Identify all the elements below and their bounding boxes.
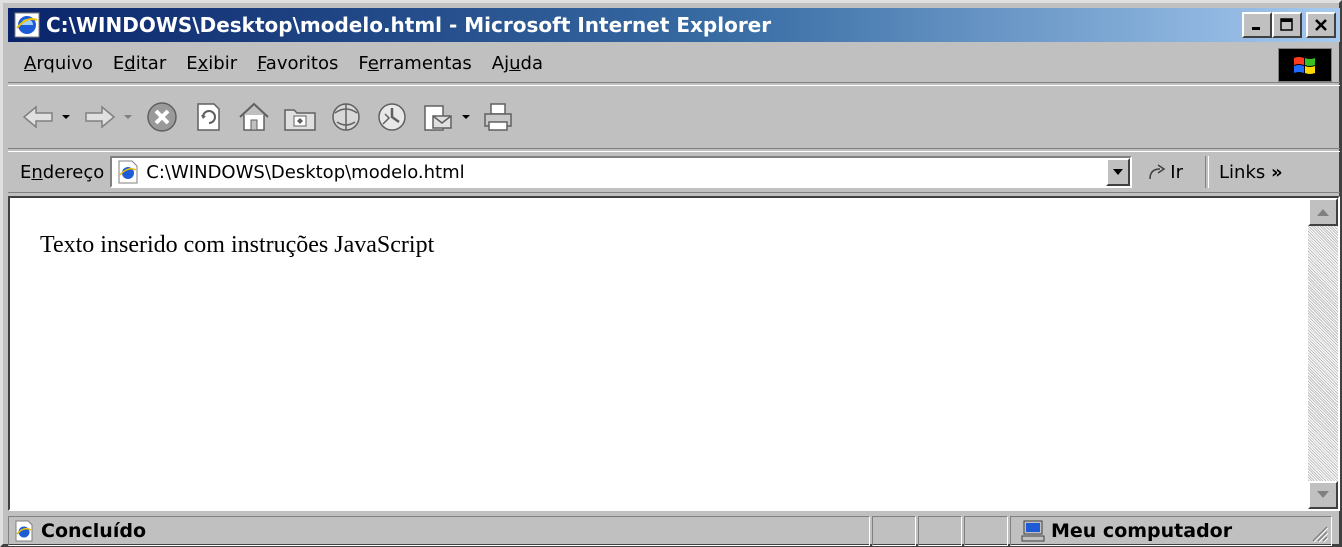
chevron-down-icon: [62, 115, 70, 119]
maximize-icon: [1280, 18, 1293, 31]
back-dropdown[interactable]: [58, 114, 74, 120]
home-icon: [239, 102, 269, 131]
address-bar: Endereço C:\WINDOWS\Desktop\modelo.html …: [8, 151, 1340, 193]
refresh-button[interactable]: [188, 97, 228, 137]
menu-bar: Arquivo Editar Exibir Favoritos Ferramen…: [8, 45, 1340, 83]
forward-dropdown[interactable]: [120, 114, 136, 120]
window-title: C:\WINDOWS\Desktop\modelo.html - Microso…: [46, 13, 772, 37]
standard-toolbar: [8, 85, 1340, 149]
arrow-down-icon: [1317, 491, 1329, 498]
window-controls: [1242, 12, 1336, 38]
status-panel-1: [872, 516, 916, 546]
menu-ferramentas[interactable]: Ferramentas: [356, 53, 473, 74]
arrow-up-icon: [1317, 209, 1329, 216]
ie-page-icon: [15, 520, 33, 542]
vertical-scrollbar[interactable]: [1308, 198, 1338, 509]
mail-dropdown[interactable]: [458, 114, 474, 120]
print-button[interactable]: [478, 97, 518, 137]
security-zone-panel: Meu computador: [1010, 516, 1332, 546]
close-icon: [1315, 19, 1327, 31]
minimize-icon: [1252, 27, 1260, 30]
print-icon: [484, 103, 512, 131]
status-panel-2: [918, 516, 962, 546]
close-button[interactable]: [1306, 12, 1336, 38]
go-label: Ir: [1170, 161, 1184, 183]
page-content: Texto inserido com instruções JavaScript: [8, 196, 1340, 511]
back-button[interactable]: [18, 97, 58, 137]
forward-button[interactable]: [80, 97, 120, 137]
zone-text: Meu computador: [1051, 520, 1233, 542]
menu-editar[interactable]: Editar: [111, 53, 168, 74]
address-value: C:\WINDOWS\Desktop\modelo.html: [146, 161, 465, 183]
address-dropdown[interactable]: [1106, 158, 1131, 186]
search-button[interactable]: [280, 97, 320, 137]
status-bar: Concluído Meu computador: [8, 515, 1340, 547]
mail-button[interactable]: [418, 97, 458, 137]
favorites-button[interactable]: [326, 97, 366, 137]
links-label: Links: [1219, 161, 1266, 183]
address-input[interactable]: C:\WINDOWS\Desktop\modelo.html: [110, 156, 1133, 188]
ie-icon: [14, 12, 40, 38]
home-button[interactable]: [234, 97, 274, 137]
menu-favoritos[interactable]: Favoritos: [255, 53, 340, 74]
status-panel-3: [964, 516, 1008, 546]
chevron-down-icon: [124, 115, 132, 119]
links-chevron: »: [1271, 161, 1283, 183]
back-icon: [22, 105, 53, 129]
search-icon: [284, 109, 316, 131]
go-arrow-icon: [1149, 164, 1166, 180]
menu-ajuda[interactable]: Ajuda: [490, 53, 545, 74]
menu-arquivo[interactable]: Arquivo: [22, 53, 95, 74]
status-text: Concluído: [41, 520, 146, 542]
browser-window: C:\WINDOWS\Desktop\modelo.html - Microso…: [0, 0, 1342, 547]
chevron-down-icon: [462, 115, 470, 119]
forward-icon: [85, 105, 116, 129]
page-icon: [118, 160, 138, 184]
title-bar[interactable]: C:\WINDOWS\Desktop\modelo.html - Microso…: [8, 8, 1340, 42]
mail-icon: [424, 105, 452, 131]
resize-grip-icon[interactable]: [1307, 521, 1329, 543]
stop-button[interactable]: [142, 97, 182, 137]
go-button[interactable]: Ir: [1146, 161, 1183, 183]
throbber: [1278, 48, 1332, 82]
maximize-button[interactable]: [1272, 12, 1302, 38]
computer-icon: [1021, 520, 1045, 542]
menu-exibir[interactable]: Exibir: [184, 53, 239, 74]
scroll-up-button[interactable]: [1308, 198, 1338, 226]
history-icon: [378, 103, 406, 131]
page-text: Texto inserido com instruções JavaScript: [40, 232, 435, 258]
stop-icon: [147, 102, 177, 132]
history-button[interactable]: [372, 97, 412, 137]
links-button[interactable]: Links »: [1219, 162, 1283, 183]
favorites-icon: [332, 103, 360, 131]
windows-logo-icon: [1294, 57, 1315, 74]
toolbar-divider: [1205, 156, 1210, 188]
status-message-panel: Concluído: [8, 516, 870, 546]
chevron-down-icon: [1113, 169, 1124, 175]
address-label: Endereço: [20, 161, 105, 183]
scroll-down-button[interactable]: [1308, 481, 1338, 509]
refresh-icon: [197, 103, 220, 131]
minimize-button[interactable]: [1242, 12, 1272, 38]
